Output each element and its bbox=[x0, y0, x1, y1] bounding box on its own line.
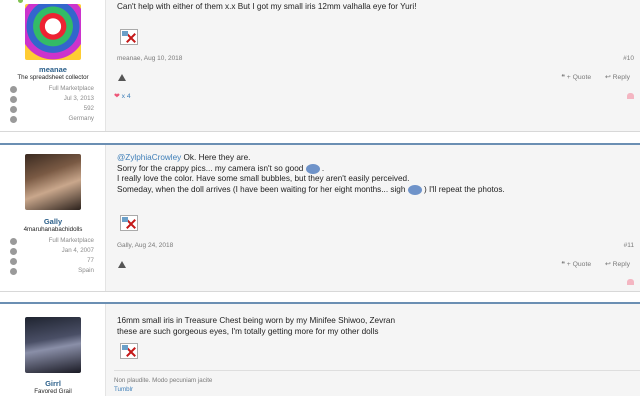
broken-image-icon[interactable] bbox=[120, 29, 138, 45]
post-text: Sorry for the crappy pics... my camera i… bbox=[117, 163, 304, 173]
post-number[interactable]: #10 bbox=[623, 55, 634, 62]
report-icon[interactable] bbox=[118, 74, 126, 81]
mention-link[interactable]: @ZylphiaCrowley bbox=[117, 153, 181, 162]
post-body: 16mm small iris in Treasure Chest being … bbox=[117, 316, 632, 337]
calendar-icon bbox=[10, 248, 17, 255]
likes-summary[interactable]: ❤ x 4 bbox=[114, 92, 131, 100]
post-10: meanae The spreadsheet collector Full Ma… bbox=[0, 0, 640, 132]
post-text: Can't help with either of them x.x But I… bbox=[117, 2, 417, 11]
post-12: Girrl Favored Grail 16mm small iris in T… bbox=[0, 302, 640, 396]
avatar[interactable] bbox=[25, 317, 81, 373]
messages-icon bbox=[10, 258, 17, 265]
avatar[interactable] bbox=[25, 4, 81, 60]
user-panel: meanae The spreadsheet collector Full Ma… bbox=[0, 0, 106, 131]
quote-button[interactable]: ❝ + Quote bbox=[561, 74, 591, 81]
report-icon[interactable] bbox=[118, 261, 126, 268]
post-actions: ❝ + Quote ↩ Reply bbox=[549, 73, 630, 81]
broken-image-icon[interactable] bbox=[120, 215, 138, 231]
signature: Non plaudite. Modo pecuniam jacite Tumbl… bbox=[114, 370, 640, 394]
reply-button[interactable]: ↩ Reply bbox=[605, 74, 630, 81]
heart-icon: ❤ bbox=[114, 93, 120, 100]
user-panel: Girrl Favored Grail bbox=[0, 304, 106, 396]
sad-smiley-icon bbox=[305, 163, 320, 174]
post-text: ) I'll repeat the photos. bbox=[423, 184, 505, 194]
location-icon bbox=[10, 268, 17, 275]
post-body: Can't help with either of them x.x But I… bbox=[117, 2, 632, 13]
tumblr-link[interactable]: Tumblr bbox=[114, 385, 640, 394]
post-text: 16mm small iris in Treasure Chest being … bbox=[117, 316, 396, 325]
user-info: Full Marketplace Jul 3, 2013 592 Germany bbox=[10, 85, 94, 125]
message-count: 592 bbox=[83, 105, 94, 112]
message-count: 77 bbox=[87, 257, 94, 264]
marketplace-status: Full Marketplace bbox=[48, 85, 94, 92]
post-actions: ❝ + Quote ↩ Reply bbox=[549, 260, 630, 268]
post-text: Ok. Here they are. bbox=[181, 153, 251, 162]
broken-image-icon[interactable] bbox=[120, 343, 138, 359]
location: Germany bbox=[68, 115, 94, 122]
user-title: The spreadsheet collector bbox=[17, 74, 89, 81]
post-meta[interactable]: meanae, Aug 10, 2018 bbox=[117, 55, 182, 62]
marketplace-icon bbox=[10, 238, 17, 245]
post-body: @ZylphiaCrowley Ok. Here they are. Sorry… bbox=[117, 153, 632, 195]
signature-text: Non plaudite. Modo pecuniam jacite bbox=[114, 377, 213, 384]
post-text: these are such gorgeous eyes, I'm totall… bbox=[117, 326, 379, 336]
post-text: Someday, when the doll arrives (I have b… bbox=[117, 184, 406, 194]
username[interactable]: meanae bbox=[0, 65, 106, 74]
username[interactable]: Girrl bbox=[0, 379, 106, 388]
user-title: Favored Grail bbox=[34, 388, 72, 395]
online-indicator bbox=[18, 0, 23, 3]
quote-button[interactable]: ❝ + Quote bbox=[561, 261, 591, 268]
post-text: I really love the color. Have some small… bbox=[117, 174, 410, 184]
post-11: Gally 4maruhanabachidolls Full Marketpla… bbox=[0, 143, 640, 292]
username[interactable]: Gally bbox=[0, 217, 106, 226]
user-info: Full Marketplace Jan 4, 2007 77 Spain bbox=[10, 237, 94, 277]
marketplace-icon bbox=[10, 86, 17, 93]
avatar[interactable] bbox=[25, 154, 81, 210]
messages-icon bbox=[10, 106, 17, 113]
join-date: Jul 3, 2013 bbox=[63, 95, 94, 102]
sad-smiley-icon bbox=[407, 184, 422, 195]
location: Spain bbox=[78, 267, 94, 274]
post-number[interactable]: #11 bbox=[624, 242, 634, 249]
location-icon bbox=[10, 116, 17, 123]
like-heart-icon[interactable] bbox=[627, 93, 634, 99]
reply-button[interactable]: ↩ Reply bbox=[605, 261, 630, 268]
like-heart-icon[interactable] bbox=[627, 279, 634, 285]
user-title: 4maruhanabachidolls bbox=[23, 226, 83, 233]
marketplace-status: Full Marketplace bbox=[48, 237, 94, 244]
join-date: Jan 4, 2007 bbox=[61, 247, 94, 254]
like-count: x 4 bbox=[121, 93, 131, 100]
user-panel: Gally 4maruhanabachidolls Full Marketpla… bbox=[0, 145, 106, 291]
post-meta[interactable]: Gally, Aug 24, 2018 bbox=[117, 242, 173, 249]
calendar-icon bbox=[10, 96, 17, 103]
